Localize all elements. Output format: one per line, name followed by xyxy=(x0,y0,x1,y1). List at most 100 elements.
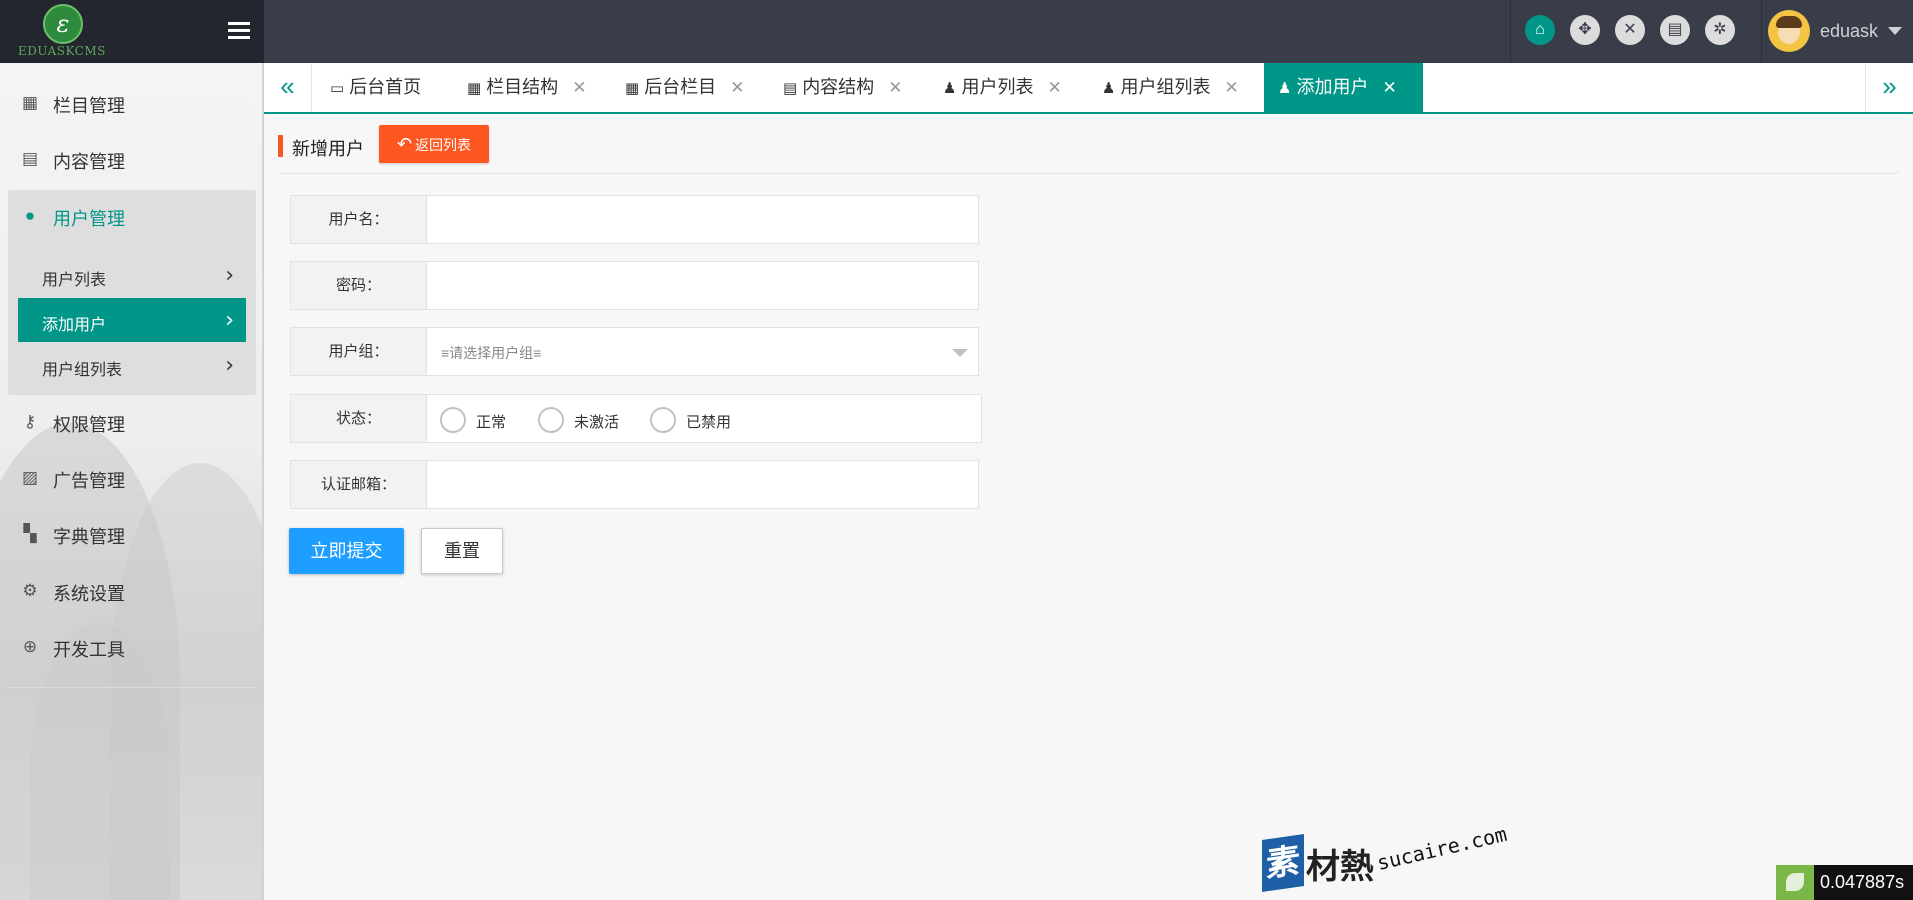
tab-bar: « ▭ 后台首页 ▦ 栏目结构 ✕ ▦ 后台栏目 ✕ ▤ 内容结构 ✕ ♟ 用户列表 ✕ ♟ 用户组… xyxy=(264,63,1913,114)
user-group-select[interactable]: ≡请选择用户组≡ xyxy=(426,327,979,376)
tab-close-icon[interactable]: ✕ xyxy=(1047,78,1061,97)
radio-label: 正常 xyxy=(476,414,507,431)
watermark-text: 材熱 xyxy=(1306,848,1374,886)
leaf-icon xyxy=(1776,865,1814,900)
sidebar-item-content[interactable]: ▤ 内容管理 xyxy=(0,133,262,185)
subitem-label: 添加用户 xyxy=(42,317,107,334)
chevron-right-icon: › xyxy=(225,263,234,288)
tab-admin-columns[interactable]: ▦ 后台栏目 ✕ xyxy=(611,63,758,112)
file-icon: ▤ xyxy=(21,149,39,168)
submit-button[interactable]: 立即提交 xyxy=(289,528,404,574)
tab-add-user[interactable]: ♟ 添加用户 ✕ xyxy=(1264,63,1423,112)
watermark-logo: 素 材熱 sucaire.com xyxy=(1262,822,1512,895)
render-timer-badge: 0.047887s xyxy=(1776,865,1913,900)
tab-user-list[interactable]: ♟ 用户列表 ✕ xyxy=(929,63,1076,112)
tab-column-structure[interactable]: ▦ 栏目结构 ✕ xyxy=(453,63,600,112)
caret-down-icon xyxy=(1888,27,1902,35)
sidebar-item-dev-tools[interactable]: ⊕ 开发工具 xyxy=(0,621,262,673)
file-icon: ▤ xyxy=(783,80,798,97)
email-input[interactable] xyxy=(426,460,979,509)
subitem-label: 用户组列表 xyxy=(42,362,123,379)
tab-label: 内容结构 xyxy=(802,77,875,97)
password-input[interactable] xyxy=(426,261,979,310)
tab-dashboard[interactable]: ▭ 后台首页 xyxy=(316,63,435,112)
tab-label: 后台首页 xyxy=(349,77,422,97)
tab-close-icon[interactable]: ✕ xyxy=(1224,78,1238,97)
sidebar-subitem-user-group-list[interactable]: 用户组列表 › xyxy=(18,343,246,387)
username: eduask xyxy=(1820,21,1879,41)
chevron-right-icon: › xyxy=(225,308,234,333)
sidebar-item-label: 栏目管理 xyxy=(53,96,125,116)
user-group-label: 用户组： xyxy=(290,327,427,376)
sidebar-item-label: 开发工具 xyxy=(53,640,125,660)
menu-toggle-icon[interactable] xyxy=(228,22,250,40)
top-header: ɛ EDUASKCMS ⌂ ✥ ✕ ▤ ✲ eduask xyxy=(0,0,1913,63)
settings-icon[interactable]: ✲ xyxy=(1705,15,1735,45)
user-menu[interactable]: eduask xyxy=(1768,10,1908,54)
username-input[interactable] xyxy=(426,195,979,244)
username-label: 用户名： xyxy=(290,195,427,244)
radio-circle-icon xyxy=(440,407,466,433)
tab-close-icon[interactable]: ✕ xyxy=(730,78,744,97)
select-placeholder: ≡请选择用户组≡ xyxy=(441,345,542,361)
desktop-icon: ▭ xyxy=(330,80,345,97)
sidebar-item-dictionary[interactable]: ▚ 字典管理 xyxy=(0,508,262,560)
reply-icon: ↶ xyxy=(396,134,413,154)
tab-user-group-list[interactable]: ♟ 用户组列表 ✕ xyxy=(1088,63,1253,112)
sidebar: ▦ 栏目管理 ▤ 内容管理 ● 用户管理 用户列表 › 添加用户 › 用户组列表… xyxy=(0,63,264,900)
status-radio-group: 正常 未激活 已禁用 xyxy=(426,394,982,443)
radio-circle-icon xyxy=(538,407,564,433)
logo[interactable]: ɛ EDUASKCMS xyxy=(0,0,264,63)
tab-close-icon[interactable]: ✕ xyxy=(1382,78,1396,97)
sidebar-item-permissions[interactable]: ⚷ 权限管理 xyxy=(0,396,262,448)
sidebar-item-users[interactable]: ● 用户管理 xyxy=(0,190,262,242)
sidebar-subitem-add-user[interactable]: 添加用户 › xyxy=(18,298,246,342)
home-icon[interactable]: ⌂ xyxy=(1525,15,1555,45)
reset-button[interactable]: 重置 xyxy=(421,528,503,574)
sidebar-item-system-settings[interactable]: ⚙ 系统设置 xyxy=(0,565,262,617)
tab-label: 用户列表 xyxy=(961,77,1034,97)
tab-content-structure[interactable]: ▤ 内容结构 ✕ xyxy=(769,63,916,112)
grid-icon: ▦ xyxy=(21,93,39,112)
tab-close-icon[interactable]: ✕ xyxy=(888,78,902,97)
logo-mark-icon: ɛ xyxy=(43,4,83,44)
password-label: 密码： xyxy=(290,261,427,310)
header-tools: ⌂ ✥ ✕ ▤ ✲ xyxy=(1510,0,1762,63)
grid-icon: ▦ xyxy=(625,80,640,97)
subitem-label: 用户列表 xyxy=(42,272,107,289)
dropdown-arrow-icon xyxy=(952,349,968,357)
page-header: 新增用户 ↶ 返回列表 xyxy=(278,114,1900,174)
sidebar-item-columns[interactable]: ▦ 栏目管理 xyxy=(0,77,262,129)
radio-label: 未激活 xyxy=(574,414,620,431)
logo-text: EDUASKCMS xyxy=(18,44,106,58)
grid-icon: ▦ xyxy=(467,80,482,97)
sidebar-item-label: 系统设置 xyxy=(53,584,125,604)
close-all-icon[interactable]: ✕ xyxy=(1615,15,1645,45)
gears-icon: ⚙ xyxy=(22,581,38,600)
chevron-right-icon: › xyxy=(225,353,234,378)
key-icon: ⚷ xyxy=(23,412,37,431)
tabs-scroll-right-icon[interactable]: » xyxy=(1865,63,1913,112)
tab-label: 用户组列表 xyxy=(1120,77,1211,97)
sidebar-item-label: 内容管理 xyxy=(53,152,125,172)
tab-close-icon[interactable]: ✕ xyxy=(572,78,586,97)
sidebar-item-ads[interactable]: ▨ 广告管理 xyxy=(0,452,262,504)
tabs-scroll-left-icon[interactable]: « xyxy=(264,63,312,112)
page-title: 新增用户 xyxy=(292,139,364,159)
divider xyxy=(8,687,256,688)
move-icon[interactable]: ✥ xyxy=(1570,15,1600,45)
sidebar-subitem-user-list[interactable]: 用户列表 › xyxy=(18,253,246,297)
avatar xyxy=(1768,10,1810,52)
tab-label: 栏目结构 xyxy=(486,77,559,97)
sidebar-item-label: 广告管理 xyxy=(53,471,125,491)
watermark-domain: sucaire.com xyxy=(1374,821,1510,875)
book-icon[interactable]: ▤ xyxy=(1660,15,1690,45)
tab-label: 添加用户 xyxy=(1296,77,1369,97)
sidebar-item-label: 权限管理 xyxy=(53,415,125,435)
image-icon: ▨ xyxy=(21,468,39,487)
search-plus-icon: ⊕ xyxy=(22,637,38,656)
sidebar-item-label: 字典管理 xyxy=(53,527,125,547)
title-accent-bar xyxy=(278,135,283,157)
back-to-list-button[interactable]: ↶ 返回列表 xyxy=(379,125,489,163)
sidebar-group-users: ● 用户管理 用户列表 › 添加用户 › 用户组列表 › xyxy=(8,190,256,395)
